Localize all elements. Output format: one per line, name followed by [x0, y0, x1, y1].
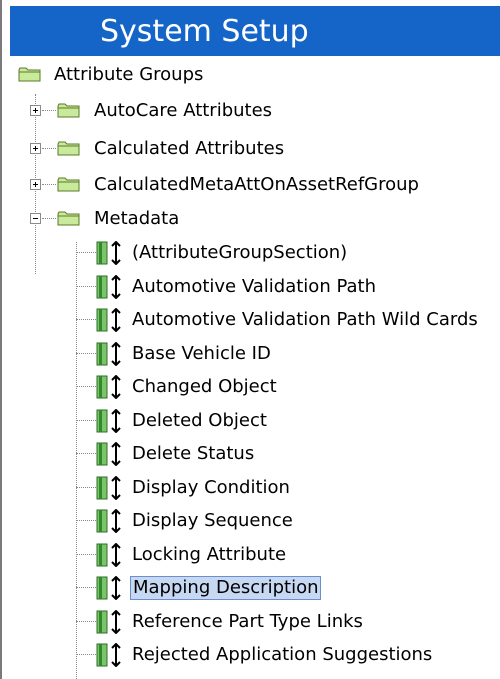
tree-line: [76, 654, 96, 655]
tree-item-label: Automotive Validation Path: [132, 275, 376, 297]
tree-line: [76, 386, 96, 387]
attribute-icon: [96, 308, 121, 332]
tree-item-base-vehicle-id[interactable]: Base Vehicle ID: [2, 337, 500, 371]
tree-item-label: CalculatedMetaAttOnAssetRefGroup: [94, 174, 419, 195]
tree-line: [42, 148, 56, 149]
tree-item-label: Mapping Description: [130, 576, 322, 600]
tree-line: [42, 184, 56, 185]
tree-item-label: Display Condition: [132, 476, 290, 498]
folder-icon: [57, 141, 80, 156]
tree-line: [76, 252, 96, 253]
attribute-icon: [96, 542, 121, 567]
attribute-icon: [96, 475, 121, 500]
attribute-icon: [96, 442, 121, 466]
tree-line: [76, 285, 96, 287]
tree-item-autocare-attributes[interactable]: AutoCare Attributes: [2, 94, 500, 128]
tree-line: [76, 419, 96, 421]
tree-line: [76, 587, 96, 588]
attribute-icon: [96, 341, 121, 366]
tree-item-calculated-meta-group[interactable]: CalculatedMetaAttOnAssetRefGroup: [2, 168, 500, 202]
attribute-icon: [96, 241, 121, 265]
tree-line: [76, 520, 96, 521]
tree-item-label: Display Sequence: [132, 510, 293, 531]
tree-item-attribute-groups[interactable]: Attribute Groups: [2, 58, 500, 92]
tree-item-reference-part-type-links[interactable]: Reference Part Type Links: [2, 605, 500, 639]
folder-icon: [57, 177, 80, 192]
tree-item-display-condition[interactable]: Display Condition: [2, 471, 500, 505]
tree-item-locking-attribute[interactable]: Locking Attribute: [2, 538, 500, 572]
tree-line: [76, 486, 96, 488]
attribute-icon: [96, 375, 121, 399]
attribute-icon: [96, 643, 121, 667]
folder-open-icon: [18, 67, 41, 82]
tree-item-deleted-object[interactable]: Deleted Object: [2, 404, 500, 438]
tree-item-label: Locking Attribute: [132, 543, 287, 565]
tree-item-calculated-attributes[interactable]: Calculated Attributes: [2, 132, 500, 166]
system-setup-panel: System Setup Attribute Groups AutoCare A…: [0, 0, 500, 679]
attribute-icon: [96, 408, 121, 433]
panel-header: System Setup: [10, 6, 500, 56]
tree-item-label: Automotive Validation Path Wild Cards: [132, 309, 478, 330]
tree-line: [76, 352, 96, 354]
tree-item-delete-status[interactable]: Delete Status: [2, 437, 500, 471]
tree-item-label: Deleted Object: [132, 409, 267, 431]
tree-item-metadata[interactable]: Metadata: [2, 202, 500, 236]
tree-item-label: (AttributeGroupSection): [132, 242, 348, 263]
tree-item-mapping-description[interactable]: Mapping Description: [2, 571, 500, 605]
tree-item-automotive-validation-path-wild-cards[interactable]: Automotive Validation Path Wild Cards: [2, 303, 500, 337]
tree-item-label: Metadata: [94, 208, 180, 229]
folder-open-icon: [57, 211, 80, 226]
tree-item-label: Rejected Application Suggestions: [132, 644, 433, 665]
tree-line: [42, 218, 56, 219]
page-title: System Setup: [100, 14, 309, 49]
tree-item-changed-object[interactable]: Changed Object: [2, 370, 500, 404]
tree-line: [76, 553, 96, 555]
attribute-icon: [96, 274, 121, 299]
folder-icon: [57, 103, 80, 118]
tree-line: [76, 620, 96, 622]
expand-plus-icon[interactable]: [30, 143, 41, 154]
attribute-tree: Attribute Groups AutoCare Attributes Cal…: [2, 56, 500, 679]
expand-plus-icon[interactable]: [30, 179, 41, 190]
tree-item-rejected-application-suggestions[interactable]: Rejected Application Suggestions: [2, 638, 500, 672]
attribute-icon: [96, 609, 121, 634]
tree-line: [42, 110, 56, 111]
tree-item-automotive-validation-path[interactable]: Automotive Validation Path: [2, 270, 500, 304]
tree-item-attributegroupsection[interactable]: (AttributeGroupSection): [2, 236, 500, 270]
attribute-icon: [96, 576, 121, 600]
expand-plus-icon[interactable]: [30, 105, 41, 116]
tree-item-label: AutoCare Attributes: [94, 100, 273, 121]
tree-item-label: Delete Status: [132, 443, 255, 464]
attribute-icon: [96, 509, 121, 533]
tree-line: [76, 319, 96, 320]
tree-line: [76, 453, 96, 454]
collapse-minus-icon[interactable]: [30, 213, 41, 224]
tree-item-label: Attribute Groups: [54, 64, 204, 85]
tree-item-display-sequence[interactable]: Display Sequence: [2, 504, 500, 538]
tree-item-label: Calculated Attributes: [94, 138, 285, 159]
tree-item-label: Reference Part Type Links: [132, 610, 363, 632]
tree-item-label: Base Vehicle ID: [132, 342, 271, 364]
tree-item-label: Changed Object: [132, 376, 277, 397]
